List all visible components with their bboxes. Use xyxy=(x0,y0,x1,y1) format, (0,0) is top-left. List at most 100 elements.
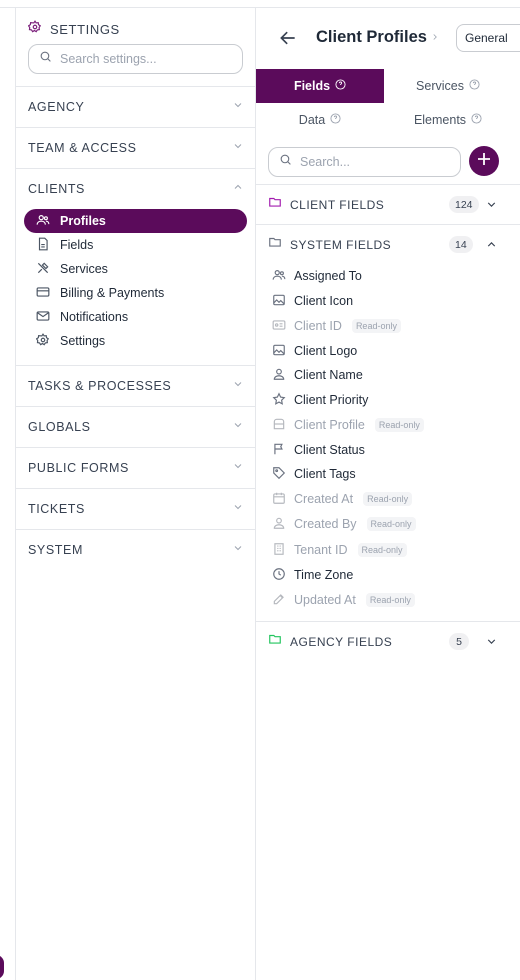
mail-icon xyxy=(36,309,50,326)
sidebar-item-label: Fields xyxy=(60,238,94,252)
chevron-down-icon xyxy=(485,198,498,216)
field-label: Tenant ID xyxy=(294,543,348,557)
group-label: AGENCY FIELDS xyxy=(290,634,393,649)
field-search[interactable] xyxy=(268,147,461,177)
field-label: Client Name xyxy=(294,368,363,382)
group-label: SYSTEM FIELDS xyxy=(290,237,392,252)
settings-search-input[interactable] xyxy=(60,52,230,66)
chevron-down-icon xyxy=(232,459,244,477)
field-row-client-status[interactable]: Client Status xyxy=(272,438,365,462)
tab-label: Data xyxy=(298,113,326,127)
help-icon xyxy=(469,79,480,93)
field-row-client-icon[interactable]: Client Icon xyxy=(272,289,353,313)
flag-icon xyxy=(272,442,286,459)
tab-data[interactable]: Data xyxy=(256,103,384,137)
folder-icon xyxy=(268,632,282,651)
section-team-access[interactable]: TEAM & ACCESS xyxy=(16,127,256,168)
section-label: TEAM & ACCESS xyxy=(28,141,137,155)
field-label: Client Priority xyxy=(294,393,369,407)
readonly-badge: Read-only xyxy=(357,543,407,557)
chevron-up-icon xyxy=(485,238,498,256)
top-border xyxy=(0,0,520,8)
building-icon xyxy=(272,542,286,559)
help-icon xyxy=(471,113,482,127)
section-system[interactable]: SYSTEM xyxy=(16,529,256,570)
sidebar-item-label: Profiles xyxy=(60,214,106,228)
folder-icon xyxy=(268,195,282,214)
back-arrow-icon[interactable] xyxy=(278,28,298,53)
field-row-time-zone[interactable]: Time Zone xyxy=(272,563,353,587)
group-label: CLIENT FIELDS xyxy=(290,197,385,212)
chevron-down-icon xyxy=(485,635,498,653)
field-label: Client Tags xyxy=(294,467,356,481)
field-row-client-tags[interactable]: Client Tags xyxy=(272,462,356,486)
group-agency-fields[interactable]: AGENCY FIELDS 5 xyxy=(256,621,520,661)
count-badge: 5 xyxy=(449,633,469,650)
chevron-down-icon xyxy=(232,418,244,436)
document-icon xyxy=(36,237,50,254)
field-row-client-logo[interactable]: Client Logo xyxy=(272,339,357,363)
chevron-down-icon xyxy=(232,139,244,157)
field-label: Updated At xyxy=(294,593,356,607)
readonly-badge: Read-only xyxy=(365,593,415,607)
sidebar-item-profiles[interactable]: Profiles xyxy=(24,209,247,233)
add-field-button[interactable] xyxy=(469,146,499,176)
tools-icon xyxy=(36,261,50,278)
field-row-created-by[interactable]: Created By Read-only xyxy=(272,512,416,536)
page-title: Client Profiles xyxy=(316,28,427,46)
tag-icon xyxy=(272,466,286,483)
tab-bar: Fields Services Data Elements xyxy=(256,69,520,137)
field-row-created-at[interactable]: Created At Read-only xyxy=(272,487,413,511)
sidebar-item-label: Billing & Payments xyxy=(60,286,165,300)
count-badge: 14 xyxy=(449,236,473,253)
chevron-down-icon xyxy=(232,377,244,395)
field-row-assigned-to[interactable]: Assigned To xyxy=(272,264,362,288)
section-globals[interactable]: GLOBALS xyxy=(16,406,256,447)
section-agency[interactable]: AGENCY xyxy=(16,86,256,127)
tab-elements[interactable]: Elements xyxy=(384,103,512,137)
field-label: Assigned To xyxy=(294,269,362,283)
field-row-client-priority[interactable]: Client Priority xyxy=(272,388,368,412)
field-search-input[interactable] xyxy=(300,155,450,169)
group-system-fields[interactable]: SYSTEM FIELDS 14 xyxy=(256,224,520,264)
section-tickets[interactable]: TICKETS xyxy=(16,488,256,529)
field-row-client-id[interactable]: Client ID Read-only xyxy=(272,314,401,338)
view-select[interactable]: General xyxy=(456,24,520,52)
field-label: Created At xyxy=(294,492,354,506)
tab-fields[interactable]: Fields xyxy=(256,69,384,103)
section-tasks-processes[interactable]: TASKS & PROCESSES xyxy=(16,365,256,406)
tab-services[interactable]: Services xyxy=(384,69,512,103)
section-clients[interactable]: CLIENTS xyxy=(16,168,256,209)
field-row-tenant-id[interactable]: Tenant ID Read-only xyxy=(272,538,407,562)
tab-label: Fields xyxy=(293,79,331,93)
chevron-up-icon xyxy=(232,180,244,198)
field-label: Client Icon xyxy=(294,294,354,308)
sidebar-item-services[interactable]: Services xyxy=(24,257,247,281)
users-icon xyxy=(36,213,50,230)
readonly-badge: Read-only xyxy=(351,319,401,333)
gear-icon xyxy=(35,332,50,350)
settings-search[interactable] xyxy=(28,44,243,74)
field-row-updated-at[interactable]: Updated At Read-only xyxy=(272,588,415,612)
sidebar-item-billing[interactable]: Billing & Payments xyxy=(24,281,247,305)
sidebar-item-label: Notifications xyxy=(60,310,129,324)
section-label: SYSTEM xyxy=(28,543,83,557)
field-row-client-profile[interactable]: Client Profile Read-only xyxy=(272,413,424,437)
tab-label: Services xyxy=(416,79,464,93)
section-label: TICKETS xyxy=(28,502,85,516)
sidebar-item-fields[interactable]: Fields xyxy=(24,233,247,257)
sidebar-item-notifications[interactable]: Notifications xyxy=(24,305,247,329)
field-row-client-name[interactable]: Client Name xyxy=(272,363,363,387)
readonly-badge: Read-only xyxy=(363,492,413,506)
field-label: Time Zone xyxy=(294,568,354,582)
person-icon xyxy=(272,516,286,533)
group-client-fields[interactable]: CLIENT FIELDS 124 xyxy=(256,184,520,224)
star-icon xyxy=(272,391,286,409)
section-public-forms[interactable]: PUBLIC FORMS xyxy=(16,447,256,488)
sidebar-item-settings[interactable]: Settings xyxy=(24,329,247,353)
image-icon xyxy=(272,293,286,310)
edit-icon xyxy=(272,592,286,609)
sidebar-title: SETTINGS xyxy=(50,22,120,37)
help-icon xyxy=(335,79,346,93)
tab-label: Elements xyxy=(413,113,467,127)
